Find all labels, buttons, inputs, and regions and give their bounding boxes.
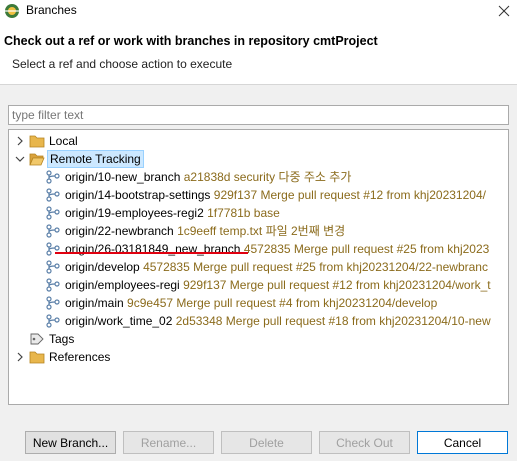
branch-commit: 2d53348 Merge pull request #18 from khj2… [175, 314, 491, 328]
branch-commit: 929f137 Merge pull request #12 from khj2… [213, 188, 486, 202]
branch-icon [46, 314, 60, 328]
branch-commit: 1f7781b base [207, 206, 280, 220]
branch-name: origin/19-employees-regi2 [65, 206, 204, 220]
window-title: Branches [26, 3, 77, 17]
tree-node-local[interactable]: Local [9, 132, 508, 150]
close-icon[interactable] [491, 0, 517, 22]
branch-icon [46, 296, 60, 310]
chevron-right-icon[interactable] [15, 348, 25, 366]
dialog-title: Check out a ref or work with branches in… [4, 34, 378, 48]
dialog-message: Select a ref and choose action to execut… [12, 57, 233, 71]
branch-icon [46, 206, 60, 220]
eclipse-app-icon [5, 4, 19, 18]
branch-commit: 4572835 Merge pull request #25 from khj2… [243, 242, 490, 256]
tree-node-remote-tracking[interactable]: Remote Tracking [9, 150, 508, 168]
branch-name: origin/22-newbranch [65, 224, 174, 238]
branch-name: origin/employees-regi [65, 278, 180, 292]
branch-name: origin/work_time_02 [65, 314, 173, 328]
tree-node-label: Tags [49, 332, 75, 346]
branch-icon [46, 278, 60, 292]
tree-node-label: References [49, 350, 111, 364]
branch-commit: 929f137 Merge pull request #12 from khj2… [183, 278, 491, 292]
new-branch-button[interactable]: New Branch... [25, 431, 116, 454]
branch-name: origin/10-new_branch [65, 170, 181, 184]
branch-commit: 4572835 Merge pull request #25 from khj2… [143, 260, 488, 274]
chevron-down-icon[interactable] [15, 150, 25, 168]
tags-icon [30, 333, 44, 345]
branch-name: origin/main [65, 296, 124, 310]
ref-tree[interactable]: Local Remote Tracking origin/10-new_bran… [8, 129, 509, 405]
header-divider [0, 84, 517, 85]
branch-commit: 1c9eeff temp.txt 파일 2번째 변경 [177, 224, 346, 238]
branch-commit: 9c9e457 Merge pull request #4 from khj20… [127, 296, 438, 310]
branch-icon [46, 260, 60, 274]
rename-button[interactable]: Rename... [123, 431, 214, 454]
cancel-button[interactable]: Cancel [417, 431, 508, 454]
checkout-button[interactable]: Check Out [319, 431, 410, 454]
tree-node-label: Local [49, 134, 78, 148]
folder-icon [29, 135, 45, 148]
title-bar: Branches [0, 0, 517, 22]
dialog-header: Check out a ref or work with branches in… [0, 22, 517, 84]
folder-open-icon [29, 153, 45, 166]
branch-icon [46, 224, 60, 238]
branch-name: origin/14-bootstrap-settings [65, 188, 211, 202]
filter-input[interactable] [8, 105, 509, 125]
branch-icon [46, 188, 60, 202]
branch-commit: a21838d security 다중 주소 추가 [183, 170, 352, 184]
branch-icon [46, 170, 60, 184]
tree-node-label: Remote Tracking [47, 150, 144, 168]
branch-name: origin/develop [65, 260, 140, 274]
annotation-underline [55, 252, 248, 254]
branch-icon [46, 242, 60, 256]
delete-button[interactable]: Delete [221, 431, 312, 454]
folder-icon [29, 351, 45, 364]
chevron-right-icon[interactable] [15, 132, 25, 150]
